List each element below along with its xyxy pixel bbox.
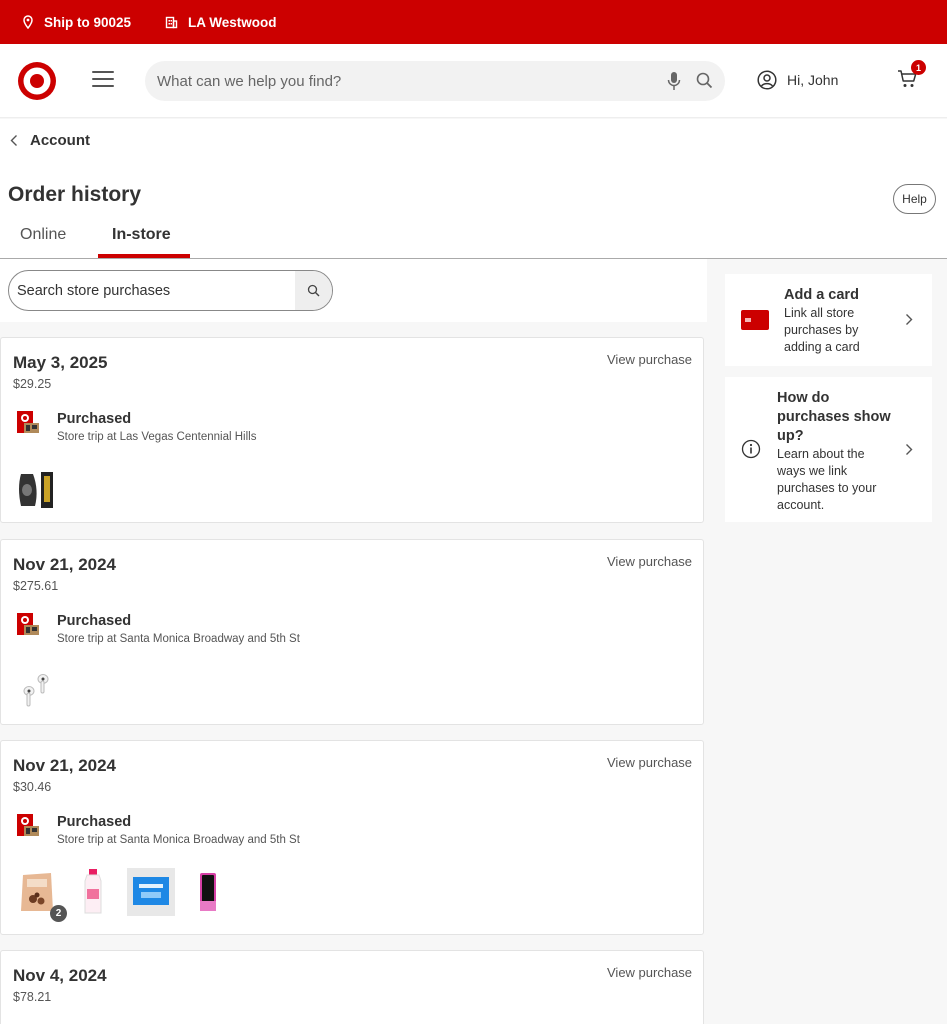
ship-to-label: Ship to 90025 bbox=[44, 14, 132, 30]
order-card: May 3, 2025 $29.25 View purchase Purchas… bbox=[0, 337, 704, 523]
order-card: Nov 21, 2024 $275.61 View purchase Purch… bbox=[0, 539, 704, 725]
microphone-icon[interactable] bbox=[667, 71, 681, 91]
account-button[interactable]: Hi, John bbox=[757, 70, 838, 90]
breadcrumb-back-link[interactable]: Account bbox=[10, 132, 90, 149]
store-search-input[interactable] bbox=[9, 282, 296, 299]
order-total: $275.61 bbox=[13, 579, 59, 593]
product-thumbnail-micellar-water[interactable] bbox=[82, 867, 104, 917]
top-utility-bar: Ship to 90025 LA Westwood bbox=[0, 0, 947, 44]
order-total: $78.21 bbox=[13, 990, 52, 1004]
order-store-location: Store trip at Santa Monica Broadway and … bbox=[57, 834, 300, 846]
product-thumbnail-wipes-pack[interactable] bbox=[127, 868, 175, 916]
chevron-left-icon bbox=[10, 135, 17, 146]
store-search-box bbox=[8, 270, 333, 311]
store-trip-icon bbox=[17, 814, 39, 836]
add-card-promo[interactable]: Add a card Link all store purchases by a… bbox=[725, 274, 932, 366]
order-total: $30.46 bbox=[13, 780, 52, 794]
product-thumbnail-earbuds[interactable] bbox=[19, 672, 53, 710]
tab-online[interactable]: Online bbox=[20, 226, 66, 244]
how-purchases-show-up-info[interactable]: How do purchases show up? Learn about th… bbox=[725, 377, 932, 522]
search-bar bbox=[145, 61, 725, 101]
quantity-badge: 2 bbox=[50, 905, 67, 922]
tab-in-store[interactable]: In-store bbox=[112, 226, 171, 244]
hamburger-menu-icon[interactable] bbox=[92, 71, 114, 91]
store-trip-icon bbox=[17, 613, 39, 635]
add-card-description: Link all store purchases by adding a car… bbox=[784, 306, 860, 354]
order-date: Nov 21, 2024 bbox=[13, 756, 117, 775]
account-greeting: Hi, John bbox=[787, 72, 839, 88]
user-account-icon bbox=[757, 70, 777, 90]
order-date: Nov 21, 2024 bbox=[13, 555, 117, 574]
add-card-title: Add a card bbox=[784, 287, 859, 303]
chevron-right-icon bbox=[906, 444, 913, 455]
store-search-area bbox=[0, 259, 707, 322]
how-purchases-title: How do purchases show up? bbox=[777, 390, 891, 444]
how-purchases-description: Learn about the ways we link purchases t… bbox=[777, 447, 877, 512]
order-tabs: Online In-store bbox=[0, 220, 947, 259]
chevron-right-icon bbox=[906, 314, 913, 325]
view-purchase-link[interactable]: View purchase bbox=[607, 352, 692, 367]
store-link[interactable]: LA Westwood bbox=[165, 15, 277, 30]
active-tab-indicator bbox=[98, 254, 190, 258]
order-status: Purchased bbox=[57, 613, 132, 629]
store-search-button[interactable] bbox=[295, 271, 332, 310]
order-total: $29.25 bbox=[13, 377, 52, 391]
order-store-location: Store trip at Santa Monica Broadway and … bbox=[57, 633, 300, 645]
ship-to-link[interactable]: Ship to 90025 bbox=[22, 15, 131, 30]
store-building-icon bbox=[165, 16, 178, 28]
location-pin-icon bbox=[23, 15, 33, 29]
product-thumbnail-phone-case[interactable] bbox=[196, 871, 220, 913]
cart-count-badge: 1 bbox=[911, 60, 926, 75]
order-date: May 3, 2025 bbox=[13, 353, 108, 372]
order-date: Nov 4, 2024 bbox=[13, 966, 107, 985]
view-purchase-link[interactable]: View purchase bbox=[607, 755, 692, 770]
order-status: Purchased bbox=[57, 814, 132, 830]
page-title: Order history bbox=[8, 183, 142, 206]
product-thumbnail-snack-bag[interactable] bbox=[19, 869, 55, 915]
breadcrumb-label: Account bbox=[30, 132, 90, 149]
search-icon[interactable] bbox=[696, 72, 713, 89]
order-card: Nov 21, 2024 $30.46 View purchase Purcha… bbox=[0, 740, 704, 935]
order-card: Nov 4, 2024 $78.21 View purchase bbox=[0, 950, 704, 1024]
view-purchase-link[interactable]: View purchase bbox=[607, 965, 692, 980]
store-label: LA Westwood bbox=[188, 14, 277, 30]
search-input[interactable] bbox=[157, 72, 725, 90]
info-icon bbox=[741, 439, 761, 459]
target-logo-icon[interactable] bbox=[17, 61, 57, 101]
store-trip-icon bbox=[17, 411, 39, 433]
help-button[interactable]: Help bbox=[893, 184, 936, 214]
search-icon bbox=[307, 284, 320, 297]
order-status: Purchased bbox=[57, 411, 132, 427]
credit-card-icon bbox=[741, 310, 769, 330]
order-store-location: Store trip at Las Vegas Centennial Hills bbox=[57, 431, 257, 443]
product-thumbnail-knee-brace[interactable] bbox=[15, 468, 57, 510]
cart-button[interactable]: 1 bbox=[897, 60, 926, 95]
view-purchase-link[interactable]: View purchase bbox=[607, 554, 692, 569]
main-header: Hi, John 1 bbox=[0, 44, 947, 118]
